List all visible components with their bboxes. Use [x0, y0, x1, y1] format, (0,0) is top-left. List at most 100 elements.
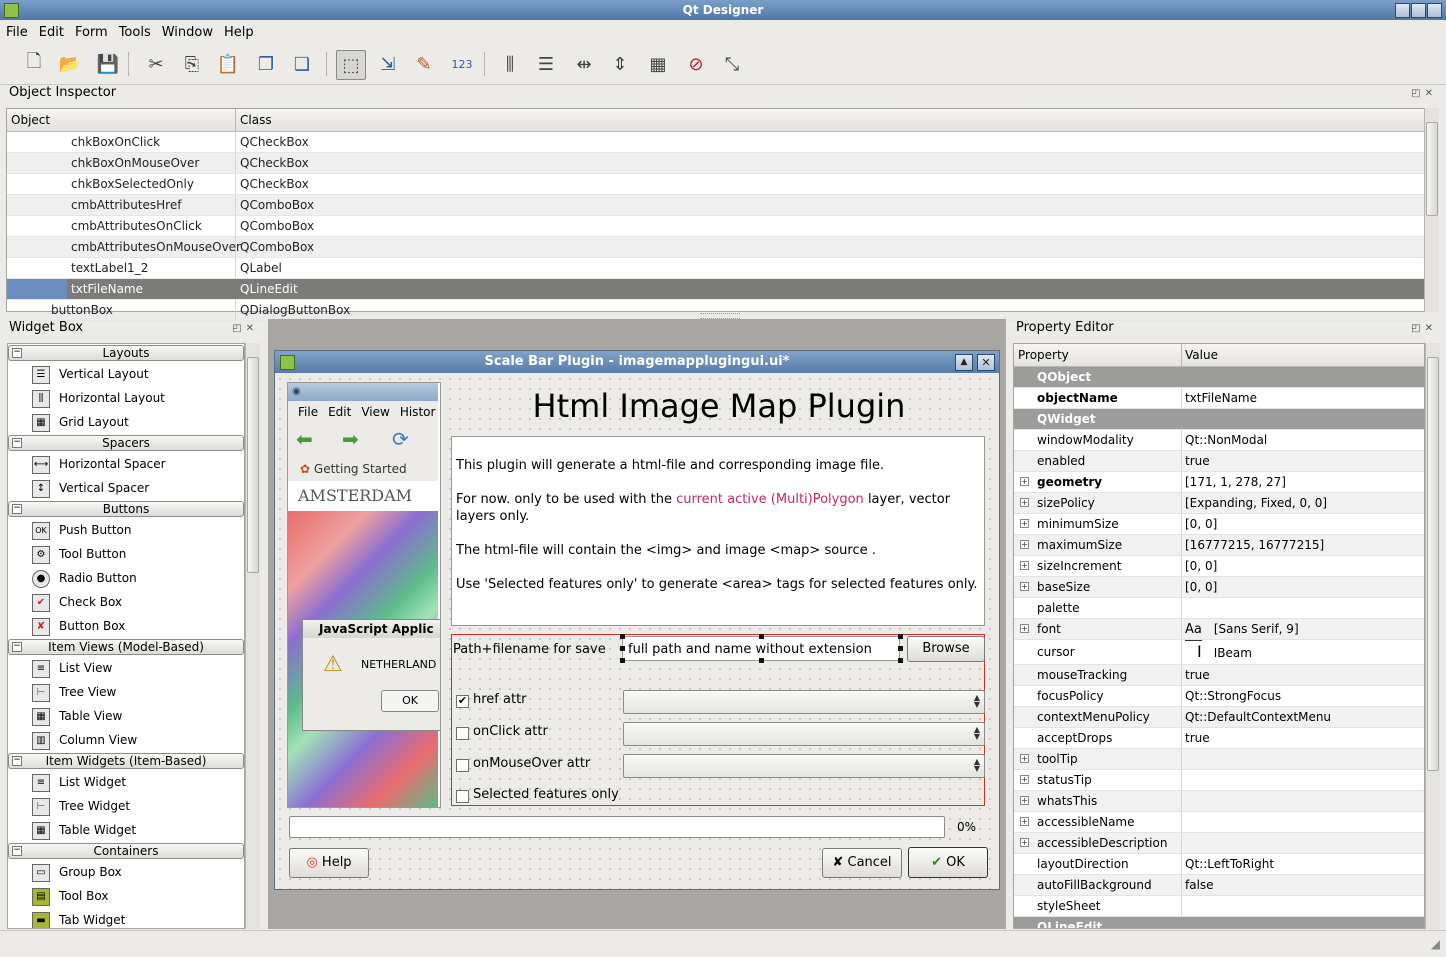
selection-handle[interactable] [620, 646, 625, 651]
href-combo[interactable]: ▲ ▼ [623, 690, 985, 714]
column-class[interactable]: Class [240, 113, 272, 127]
list-item[interactable]: ▭ Group Box [8, 860, 244, 884]
expand-icon[interactable]: + [1020, 519, 1029, 528]
list-item[interactable]: ↕ Vertical Spacer [8, 476, 244, 500]
property-value[interactable]: I IBeam [1185, 640, 1252, 665]
form-window[interactable]: Scale Bar Plugin - imagemapplugingui.ui*… [274, 350, 1000, 890]
list-item[interactable]: ⫼ Horizontal Layout [8, 386, 244, 410]
save-icon[interactable]: 💾 [94, 50, 122, 78]
property-row[interactable]: + sizePolicy [Expanding, Fixed, 0, 0] [1014, 493, 1424, 514]
expand-icon[interactable]: + [1020, 582, 1029, 591]
table-row[interactable]: chkBoxSelectedOnly QCheckBox [7, 174, 1425, 195]
onclick-combo[interactable]: ▲ ▼ [623, 722, 985, 746]
list-item[interactable]: ▥ Column View [8, 728, 244, 752]
expand-icon[interactable]: + [1020, 498, 1029, 507]
close-button[interactable] [1427, 3, 1442, 18]
property-value[interactable]: false [1185, 875, 1214, 895]
property-row[interactable]: contextMenuPolicy Qt::DefaultContextMenu [1014, 707, 1424, 728]
selection-handle[interactable] [759, 658, 764, 663]
property-value[interactable]: true [1185, 728, 1210, 748]
dock-float-close-icons[interactable]: ◰✕ [1411, 323, 1437, 334]
expand-icon[interactable]: + [1020, 477, 1029, 486]
expand-icon[interactable]: + [1020, 838, 1029, 847]
property-group[interactable]: QObject [1014, 367, 1424, 388]
selection-handle[interactable] [759, 634, 764, 639]
property-table[interactable]: Property Value QObject objectName txtFileN… [1013, 343, 1425, 929]
property-scrollbar[interactable] [1425, 343, 1440, 929]
paste-icon[interactable]: 📋 [214, 50, 242, 78]
object-tree[interactable]: Object Class chkBoxOnClick QCheckBox chkB… [6, 108, 1426, 321]
list-item[interactable]: ● Radio Button [8, 566, 244, 590]
break-layout-icon[interactable]: ⊘ [682, 50, 710, 78]
expand-icon[interactable]: + [1020, 796, 1029, 805]
selection-handle[interactable] [898, 646, 903, 651]
ok-button[interactable]: ✔ OK [908, 847, 988, 878]
list-item[interactable]: ☰ Vertical Layout [8, 362, 244, 386]
edit-widgets-icon[interactable]: ⬚ [336, 50, 366, 80]
property-group[interactable]: QWidget [1014, 409, 1424, 430]
menu-edit[interactable]: Edit [33, 21, 69, 40]
property-row[interactable]: + sizeIncrement [0, 0] [1014, 556, 1424, 577]
property-row[interactable]: + toolTip [1014, 749, 1424, 770]
column-property[interactable]: Property [1018, 348, 1069, 362]
selection-handle[interactable] [898, 634, 903, 639]
layout-vertical-splitter-icon[interactable]: ⇕ [606, 50, 634, 78]
expand-icon[interactable]: + [1020, 775, 1029, 784]
list-item[interactable]: ✔ Check Box [8, 590, 244, 614]
list-item[interactable]: ⊢ Tree Widget [8, 794, 244, 818]
edit-tab-order-icon[interactable]: 123 [448, 50, 476, 78]
layout-horizontal-icon[interactable]: ⫼ [496, 50, 524, 78]
list-item[interactable]: ▦ Table Widget [8, 818, 244, 842]
widget-list[interactable]: − Layouts ☰ Vertical Layout ⫼ Horizontal La… [7, 343, 245, 929]
table-row[interactable]: cmbAttributesOnClick QComboBox [7, 216, 1425, 237]
property-value[interactable]: Qt::DefaultContextMenu [1185, 707, 1331, 727]
list-item[interactable]: OK Push Button [8, 518, 244, 542]
property-group[interactable]: QLineEdit [1014, 917, 1424, 928]
edit-buddies-icon[interactable]: ✎ [410, 50, 438, 78]
category-layouts[interactable]: − Layouts [8, 345, 244, 361]
onclick-checkbox[interactable] [456, 727, 469, 740]
table-row[interactable]: cmbAttributesOnMouseOver QComboBox [7, 237, 1425, 258]
property-value[interactable]: Qt::StrongFocus [1185, 686, 1281, 706]
menu-tools[interactable]: Tools [113, 21, 156, 40]
onmouseover-combo[interactable]: ▲ ▼ [623, 754, 985, 778]
table-row[interactable]: cmbAttributesHref QComboBox [7, 195, 1425, 216]
list-item[interactable]: ▤ Tool Box [8, 884, 244, 908]
href-checkbox[interactable]: ✔ [456, 695, 469, 708]
expand-icon[interactable]: + [1020, 561, 1029, 570]
property-row[interactable]: autoFillBackground false [1014, 875, 1424, 896]
category-item-views[interactable]: − Item Views (Model-Based) [8, 639, 244, 655]
bring-to-front-icon[interactable]: ❏ [288, 50, 316, 78]
browse-button[interactable]: Browse [907, 636, 985, 662]
property-row[interactable]: palette [1014, 598, 1424, 619]
menu-help[interactable]: Help [218, 21, 259, 40]
list-item[interactable]: ≡ List Widget [8, 770, 244, 794]
minimize-button[interactable] [1395, 3, 1410, 18]
resize-grip-icon[interactable]: ◢ [1431, 937, 1440, 951]
property-row[interactable]: + whatsThis [1014, 791, 1424, 812]
cancel-button[interactable]: ✘ Cancel [822, 848, 902, 878]
dock-float-close-icons[interactable]: ◰✕ [1411, 88, 1437, 99]
property-row[interactable]: + font Aa [Sans Serif, 9] [1014, 619, 1424, 641]
list-item[interactable]: ✘ Button Box [8, 614, 244, 638]
list-item[interactable]: ≡ List View [8, 656, 244, 680]
table-row-selected[interactable]: txtFileName QLineEdit [7, 279, 1425, 300]
form-close-icon[interactable]: ✕ [977, 354, 995, 371]
table-row[interactable]: textLabel1_2 QLabel [7, 258, 1425, 279]
property-value[interactable]: Qt::LeftToRight [1185, 854, 1274, 874]
maximize-button[interactable] [1411, 3, 1426, 18]
help-button[interactable]: ◎ Help [289, 848, 369, 878]
list-item[interactable]: ⟷ Horizontal Spacer [8, 452, 244, 476]
property-value[interactable]: [16777215, 16777215] [1185, 535, 1324, 555]
new-icon[interactable]: 🗋 [20, 50, 48, 78]
property-row[interactable]: focusPolicy Qt::StrongFocus [1014, 686, 1424, 707]
form-canvas[interactable]: ◉ File Edit View Histor ⬅ ➡ ⟳ ✿ Getting Sta… [275, 374, 999, 889]
layout-vertical-icon[interactable]: ☰ [532, 50, 560, 78]
menu-window[interactable]: Window [156, 21, 218, 40]
onmouseover-checkbox[interactable] [456, 759, 469, 772]
property-row[interactable]: styleSheet [1014, 896, 1424, 917]
category-containers[interactable]: − Containers [8, 843, 244, 859]
form-minimize-icon[interactable]: ▲ [955, 354, 973, 371]
property-value[interactable]: [0, 0] [1185, 577, 1217, 597]
category-buttons[interactable]: − Buttons [8, 501, 244, 517]
